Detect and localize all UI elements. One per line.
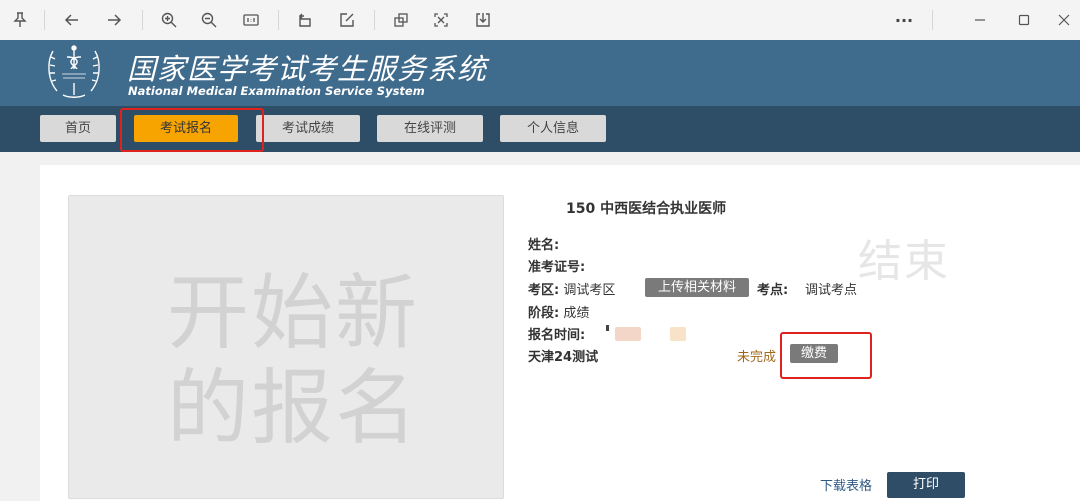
upload-materials-button[interactable]: 上传相关材料 [645, 278, 749, 297]
ticket-row: 准考证号: [528, 256, 585, 275]
site-subtitle: National Medical Examination Service Sys… [128, 84, 425, 98]
close-icon[interactable] [1050, 6, 1078, 34]
status-watermark: 结束 [858, 236, 950, 287]
district-value: 调试考区 [563, 283, 616, 298]
site-header: 国家医学考试考生服务系统 National Medical Examinatio… [0, 40, 1080, 106]
nav-tab-personal-info[interactable]: 个人信息 [500, 115, 606, 142]
crop-icon[interactable] [387, 6, 415, 34]
nav-tab-home[interactable]: 首页 [40, 115, 116, 142]
redacted-mark [606, 325, 609, 331]
nav-tab-exam-scores[interactable]: 考试成绩 [256, 115, 360, 142]
nav-tab-online-assessment[interactable]: 在线评测 [377, 115, 483, 142]
stage-label: 阶段: [528, 306, 560, 321]
pin-icon[interactable] [6, 6, 34, 34]
medical-caduceus-logo-icon [43, 43, 105, 101]
stage-row: 阶段: 成绩 [528, 302, 589, 321]
stage-value: 成绩 [563, 306, 590, 321]
viewer-toolbar: ··· [0, 0, 1080, 41]
site-value: 调试考点 [805, 283, 858, 298]
rotate-icon[interactable] [291, 6, 319, 34]
maximize-icon[interactable] [1010, 6, 1038, 34]
actual-size-icon[interactable] [237, 6, 265, 34]
redacted-mark [615, 327, 641, 341]
district-label: 考区: [528, 283, 560, 298]
fee-item: 天津24测试 [528, 350, 599, 365]
print-button[interactable]: 打印 [887, 472, 965, 498]
time-label: 报名时间: [528, 328, 586, 343]
zoom-in-icon[interactable] [155, 6, 183, 34]
name-label: 姓名: [528, 238, 560, 253]
fit-screen-icon[interactable] [427, 6, 455, 34]
main-nav: 首页 考试报名 考试成绩 在线评测 个人信息 [0, 106, 1080, 152]
name-row: 姓名: [528, 234, 559, 253]
exam-title: 150 中西医结合执业医师 [566, 201, 727, 217]
start-new-registration-label: 开始新 的报名 [167, 266, 420, 456]
redacted-mark [670, 327, 686, 341]
save-icon[interactable] [469, 6, 497, 34]
forward-arrow-icon[interactable] [100, 6, 128, 34]
pay-fee-button[interactable]: 缴费 [790, 344, 838, 363]
site-label: 考点: [757, 283, 789, 298]
ticket-label: 准考证号: [528, 260, 586, 275]
nav-tab-exam-registration[interactable]: 考试报名 [134, 115, 238, 142]
more-icon[interactable]: ··· [890, 6, 918, 34]
edit-icon[interactable] [333, 6, 361, 34]
site-title: 国家医学考试考生服务系统 [127, 52, 488, 86]
minimize-icon[interactable] [966, 6, 994, 34]
district-row: 考区: 调试考区 [528, 279, 615, 298]
download-form-link[interactable]: 下载表格 [820, 475, 872, 494]
start-new-registration-button[interactable]: 开始新 的报名 [68, 195, 504, 499]
payment-status: 未完成 [737, 350, 777, 365]
zoom-out-icon[interactable] [195, 6, 223, 34]
back-arrow-icon[interactable] [58, 6, 86, 34]
time-row: 报名时间: [528, 324, 585, 343]
registration-card: 开始新 的报名 150 中西医结合执业医师 结束 姓名: 准考证号: 考区: 调… [40, 165, 1080, 501]
